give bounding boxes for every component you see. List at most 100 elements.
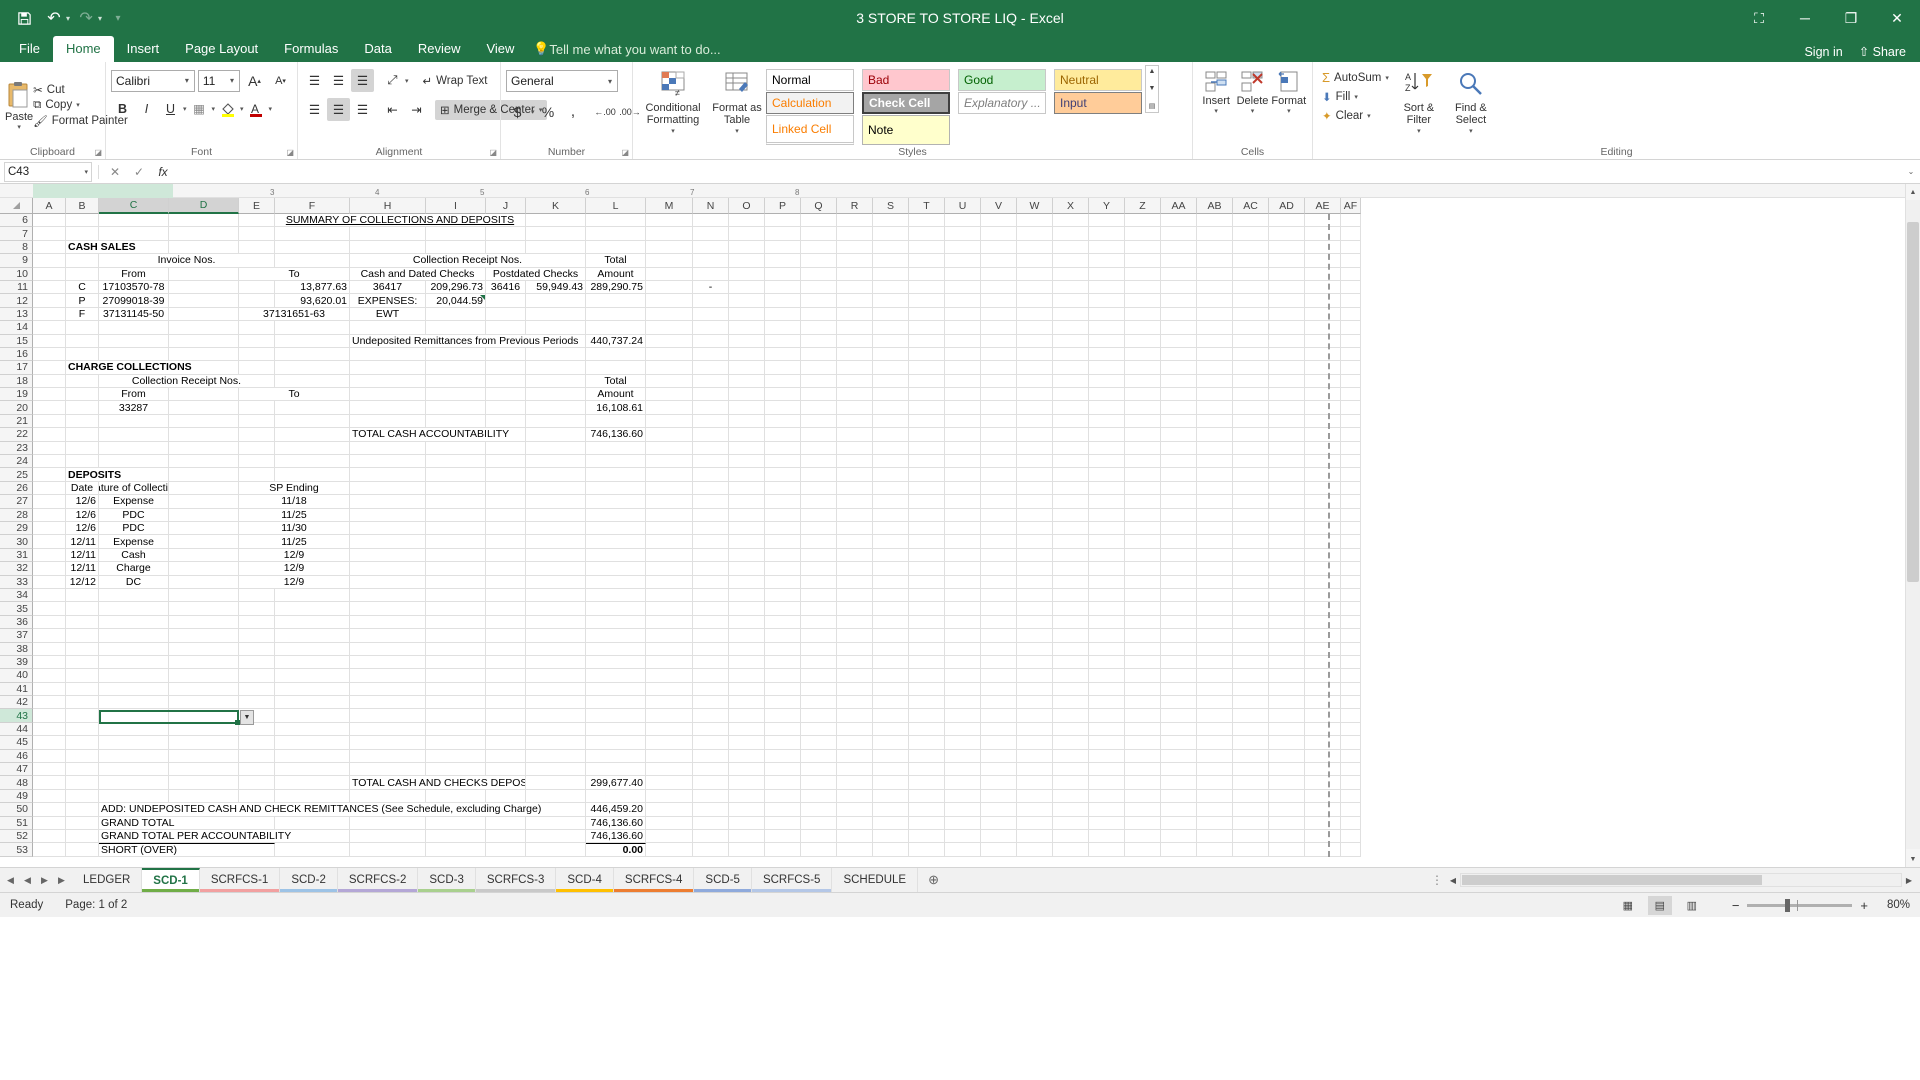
cell-V14[interactable] <box>981 321 1017 334</box>
cell-Y47[interactable] <box>1089 763 1125 776</box>
cell-E27[interactable]: 11/18 <box>239 495 350 508</box>
cell-R53[interactable] <box>837 843 873 856</box>
row-header-29[interactable]: 29 <box>0 522 33 535</box>
cell-A30[interactable] <box>33 535 66 548</box>
row-header-15[interactable]: 15 <box>0 335 33 348</box>
cell-F24[interactable] <box>275 455 350 468</box>
cell-A26[interactable] <box>33 482 66 495</box>
cell-M7[interactable] <box>646 227 693 240</box>
cell-K45[interactable] <box>526 736 586 749</box>
cell-AD11[interactable] <box>1269 281 1305 294</box>
cell-AD37[interactable] <box>1269 629 1305 642</box>
cell-W20[interactable] <box>1017 401 1053 414</box>
cell-AF13[interactable] <box>1341 308 1361 321</box>
insert-cells-button[interactable]: Insert▾ <box>1198 65 1234 145</box>
cell-S15[interactable] <box>873 335 909 348</box>
cell-F9[interactable] <box>275 254 350 267</box>
cell-W19[interactable] <box>1017 388 1053 401</box>
cell-C24[interactable] <box>99 455 169 468</box>
sheet-tab-scd-3[interactable]: SCD-3 <box>418 868 476 892</box>
cell-I53[interactable] <box>426 843 486 856</box>
cell-AE13[interactable] <box>1305 308 1341 321</box>
cell-A39[interactable] <box>33 656 66 669</box>
cell-U43[interactable] <box>945 709 981 722</box>
cell-Q49[interactable] <box>801 790 837 803</box>
cell-X6[interactable] <box>1053 214 1089 227</box>
cell-M35[interactable] <box>646 602 693 615</box>
cell-S32[interactable] <box>873 562 909 575</box>
cell-AF11[interactable] <box>1341 281 1361 294</box>
cell-J46[interactable] <box>486 750 526 763</box>
cell-F21[interactable] <box>275 415 350 428</box>
undo-icon[interactable]: ↶ <box>40 4 68 32</box>
cell-U10[interactable] <box>945 268 981 281</box>
cell-S40[interactable] <box>873 669 909 682</box>
cell-P52[interactable] <box>765 830 801 843</box>
cell-AD25[interactable] <box>1269 468 1305 481</box>
cell-AC19[interactable] <box>1233 388 1269 401</box>
cell-T52[interactable] <box>909 830 945 843</box>
cell-C13[interactable]: 37131145-50 <box>99 308 169 321</box>
cell-H35[interactable] <box>350 602 426 615</box>
first-sheet-icon[interactable]: ◀ <box>4 875 17 886</box>
cell-X33[interactable] <box>1053 576 1089 589</box>
cell-AA44[interactable] <box>1161 723 1197 736</box>
cell-C50[interactable]: ADD: UNDEPOSITED CASH AND CHECK REMITTAN… <box>99 803 586 816</box>
cell-AB11[interactable] <box>1197 281 1233 294</box>
cell-Z30[interactable] <box>1125 535 1161 548</box>
cell-E13[interactable]: 37131651-63 <box>239 308 350 321</box>
expand-formula-bar-icon[interactable]: ⌄ <box>1902 167 1920 176</box>
decrease-indent-button[interactable]: ⇤ <box>381 98 404 121</box>
cell-B46[interactable] <box>66 750 99 763</box>
row-header-32[interactable]: 32 <box>0 562 33 575</box>
cell-P47[interactable] <box>765 763 801 776</box>
cell-AE14[interactable] <box>1305 321 1341 334</box>
cell-D21[interactable] <box>169 415 239 428</box>
cell-B42[interactable] <box>66 696 99 709</box>
cell-X21[interactable] <box>1053 415 1089 428</box>
cell-B26[interactable]: Date <box>66 482 99 495</box>
cell-H20[interactable] <box>350 401 426 414</box>
cell-O53[interactable] <box>729 843 765 856</box>
cell-H11[interactable]: 36417 <box>350 281 426 294</box>
cell-S18[interactable] <box>873 375 909 388</box>
cell-Y49[interactable] <box>1089 790 1125 803</box>
cell-Z42[interactable] <box>1125 696 1161 709</box>
cell-Z14[interactable] <box>1125 321 1161 334</box>
cell-U52[interactable] <box>945 830 981 843</box>
cell-U11[interactable] <box>945 281 981 294</box>
cell-C49[interactable] <box>99 790 169 803</box>
cell-M34[interactable] <box>646 589 693 602</box>
cell-AC11[interactable] <box>1233 281 1269 294</box>
column-header-aa[interactable]: AA <box>1161 198 1197 214</box>
cell-K46[interactable] <box>526 750 586 763</box>
cell-AC50[interactable] <box>1233 803 1269 816</box>
cell-P40[interactable] <box>765 669 801 682</box>
cell-K43[interactable] <box>526 709 586 722</box>
cell-L16[interactable] <box>586 348 646 361</box>
cell-N7[interactable] <box>693 227 729 240</box>
cell-J41[interactable] <box>486 683 526 696</box>
cell-Q33[interactable] <box>801 576 837 589</box>
cell-C16[interactable] <box>99 348 169 361</box>
cell-P16[interactable] <box>765 348 801 361</box>
cell-N9[interactable] <box>693 254 729 267</box>
ribbon-tab-file[interactable]: File <box>6 36 53 62</box>
cell-K35[interactable] <box>526 602 586 615</box>
cell-D13[interactable] <box>169 308 239 321</box>
cell-O22[interactable] <box>729 428 765 441</box>
cell-V53[interactable] <box>981 843 1017 856</box>
cell-Z34[interactable] <box>1125 589 1161 602</box>
cell-S33[interactable] <box>873 576 909 589</box>
cell-AA16[interactable] <box>1161 348 1197 361</box>
cell-V52[interactable] <box>981 830 1017 843</box>
cell-AE47[interactable] <box>1305 763 1341 776</box>
cell-B37[interactable] <box>66 629 99 642</box>
cell-L24[interactable] <box>586 455 646 468</box>
cell-I39[interactable] <box>426 656 486 669</box>
cell-N22[interactable] <box>693 428 729 441</box>
cell-U14[interactable] <box>945 321 981 334</box>
cell-X47[interactable] <box>1053 763 1089 776</box>
cell-E26[interactable]: SP Ending <box>239 482 350 495</box>
cell-C45[interactable] <box>99 736 169 749</box>
